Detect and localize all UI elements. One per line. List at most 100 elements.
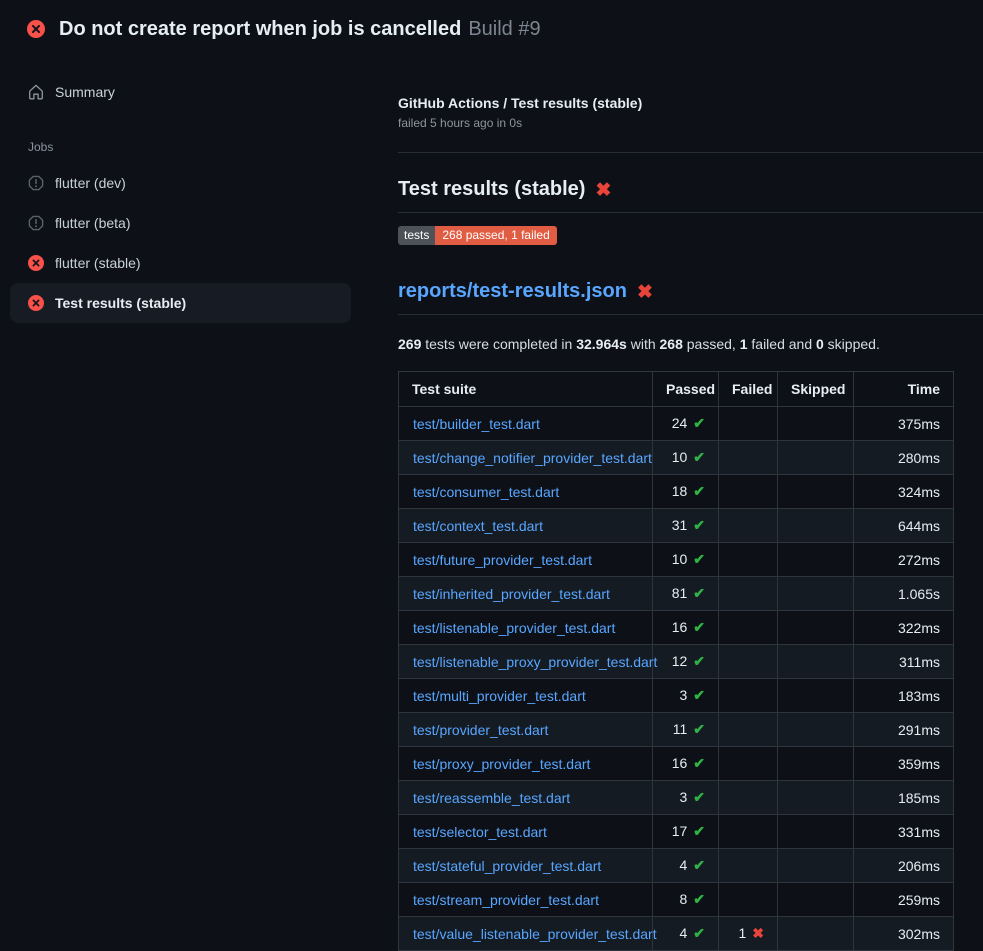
suite-cell: test/reassemble_test.dart <box>399 781 653 815</box>
suite-link[interactable]: test/reassemble_test.dart <box>413 790 570 806</box>
table-row: test/inherited_provider_test.dart81✔1.06… <box>399 577 954 611</box>
suite-cell: test/change_notifier_provider_test.dart <box>399 441 653 475</box>
time-cell: 259ms <box>854 883 954 917</box>
check-icon: ✔ <box>693 721 705 737</box>
col-header-skipped: Skipped <box>778 372 854 407</box>
report-title: reports/test-results.json ✖ <box>398 280 983 315</box>
col-header-passed: Passed <box>653 372 719 407</box>
sidebar: Summary Jobs flutter (dev)flutter (beta)… <box>0 56 398 323</box>
passed-cell: 10✔ <box>653 543 719 577</box>
table-row: test/multi_provider_test.dart3✔183ms <box>399 679 954 713</box>
suite-link[interactable]: test/builder_test.dart <box>413 416 540 432</box>
check-icon: ✔ <box>693 449 705 465</box>
page-header: Do not create report when job is cancell… <box>0 0 983 56</box>
table-row: test/context_test.dart31✔644ms <box>399 509 954 543</box>
build-number: Build #9 <box>468 18 540 40</box>
suite-cell: test/builder_test.dart <box>399 407 653 441</box>
skipped-cell <box>778 781 854 815</box>
suite-cell: test/stateful_provider_test.dart <box>399 849 653 883</box>
failed-cell <box>719 815 778 849</box>
suite-cell: test/future_provider_test.dart <box>399 543 653 577</box>
suite-link[interactable]: test/multi_provider_test.dart <box>413 688 586 704</box>
sidebar-summary-label: Summary <box>55 84 115 100</box>
report-file-link[interactable]: reports/test-results.json <box>398 280 627 303</box>
suite-link[interactable]: test/provider_test.dart <box>413 722 548 738</box>
suite-cell: test/provider_test.dart <box>399 713 653 747</box>
time-cell: 183ms <box>854 679 954 713</box>
failed-cell <box>719 781 778 815</box>
suite-link[interactable]: test/context_test.dart <box>413 518 543 534</box>
time-cell: 324ms <box>854 475 954 509</box>
suite-link[interactable]: test/change_notifier_provider_test.dart <box>413 450 652 466</box>
check-icon: ✔ <box>693 789 705 805</box>
failed-cell <box>719 883 778 917</box>
failed-cell <box>719 509 778 543</box>
cross-mark-icon: ✖ <box>637 283 653 302</box>
failed-cell: 1✖ <box>719 917 778 951</box>
passed-cell: 4✔ <box>653 849 719 883</box>
skipped-cell <box>778 645 854 679</box>
table-row: test/listenable_provider_test.dart16✔322… <box>399 611 954 645</box>
failed-cell <box>719 645 778 679</box>
status-line: failed 5 hours ago in 0s <box>398 116 983 130</box>
workflow-run-title: Do not create report when job is cancell… <box>59 18 461 40</box>
passed-cell: 18✔ <box>653 475 719 509</box>
x-circle-fill-icon <box>28 295 44 311</box>
check-icon: ✔ <box>693 755 705 771</box>
table-row: test/change_notifier_provider_test.dart1… <box>399 441 954 475</box>
job-label: flutter (stable) <box>55 255 141 271</box>
table-row: test/stream_provider_test.dart8✔259ms <box>399 883 954 917</box>
skipped-cell <box>778 883 854 917</box>
suite-link[interactable]: test/future_provider_test.dart <box>413 552 592 568</box>
job-label: flutter (beta) <box>55 215 130 231</box>
passed-cell: 12✔ <box>653 645 719 679</box>
passed-cell: 17✔ <box>653 815 719 849</box>
passed-cell: 81✔ <box>653 577 719 611</box>
suite-link[interactable]: test/listenable_provider_test.dart <box>413 620 615 636</box>
divider <box>398 152 983 153</box>
suite-link[interactable]: test/stream_provider_test.dart <box>413 892 599 908</box>
suite-link[interactable]: test/selector_test.dart <box>413 824 547 840</box>
time-cell: 322ms <box>854 611 954 645</box>
table-row: test/future_provider_test.dart10✔272ms <box>399 543 954 577</box>
check-icon: ✔ <box>693 823 705 839</box>
sidebar-item-flutter-beta[interactable]: flutter (beta) <box>0 203 398 243</box>
x-circle-fill-icon <box>27 20 45 38</box>
check-icon: ✔ <box>693 517 705 533</box>
time-cell: 302ms <box>854 917 954 951</box>
sidebar-item-flutter-dev[interactable]: flutter (dev) <box>0 163 398 203</box>
suite-cell: test/inherited_provider_test.dart <box>399 577 653 611</box>
check-icon: ✔ <box>693 925 705 941</box>
time-cell: 331ms <box>854 815 954 849</box>
section-title-text: Test results (stable) <box>398 178 585 201</box>
suite-link[interactable]: test/inherited_provider_test.dart <box>413 586 610 602</box>
passed-cell: 3✔ <box>653 781 719 815</box>
time-cell: 311ms <box>854 645 954 679</box>
check-icon: ✔ <box>693 415 705 431</box>
sidebar-item-flutter-stable[interactable]: flutter (stable) <box>0 243 398 283</box>
skipped-cell <box>778 543 854 577</box>
job-label: Test results (stable) <box>55 295 186 311</box>
suite-link[interactable]: test/consumer_test.dart <box>413 484 559 500</box>
table-row: test/reassemble_test.dart3✔185ms <box>399 781 954 815</box>
table-row: test/provider_test.dart11✔291ms <box>399 713 954 747</box>
job-label: flutter (dev) <box>55 175 126 191</box>
check-icon: ✔ <box>693 619 705 635</box>
suite-link[interactable]: test/stateful_provider_test.dart <box>413 858 601 874</box>
page-title: Do not create report when job is cancell… <box>59 18 541 41</box>
table-row: test/selector_test.dart 17✔ 331ms <box>399 815 954 849</box>
main-content: GitHub Actions / Test results (stable) f… <box>398 56 983 951</box>
suite-link[interactable]: test/listenable_proxy_provider_test.dart <box>413 654 657 670</box>
suite-cell: test/multi_provider_test.dart <box>399 679 653 713</box>
suite-link[interactable]: test/proxy_provider_test.dart <box>413 756 590 772</box>
suite-cell: test/stream_provider_test.dart <box>399 883 653 917</box>
col-header-time: Time <box>854 372 954 407</box>
check-icon: ✔ <box>693 891 705 907</box>
failed-cell <box>719 407 778 441</box>
skipped-cell <box>778 475 854 509</box>
breadcrumb: GitHub Actions / Test results (stable) <box>398 95 983 111</box>
suite-link[interactable]: test/value_listenable_provider_test.dart <box>413 926 657 942</box>
sidebar-item-test-results-stable[interactable]: Test results (stable) <box>10 283 351 323</box>
sidebar-item-summary[interactable]: Summary <box>28 80 398 104</box>
table-row: test/listenable_proxy_provider_test.dart… <box>399 645 954 679</box>
